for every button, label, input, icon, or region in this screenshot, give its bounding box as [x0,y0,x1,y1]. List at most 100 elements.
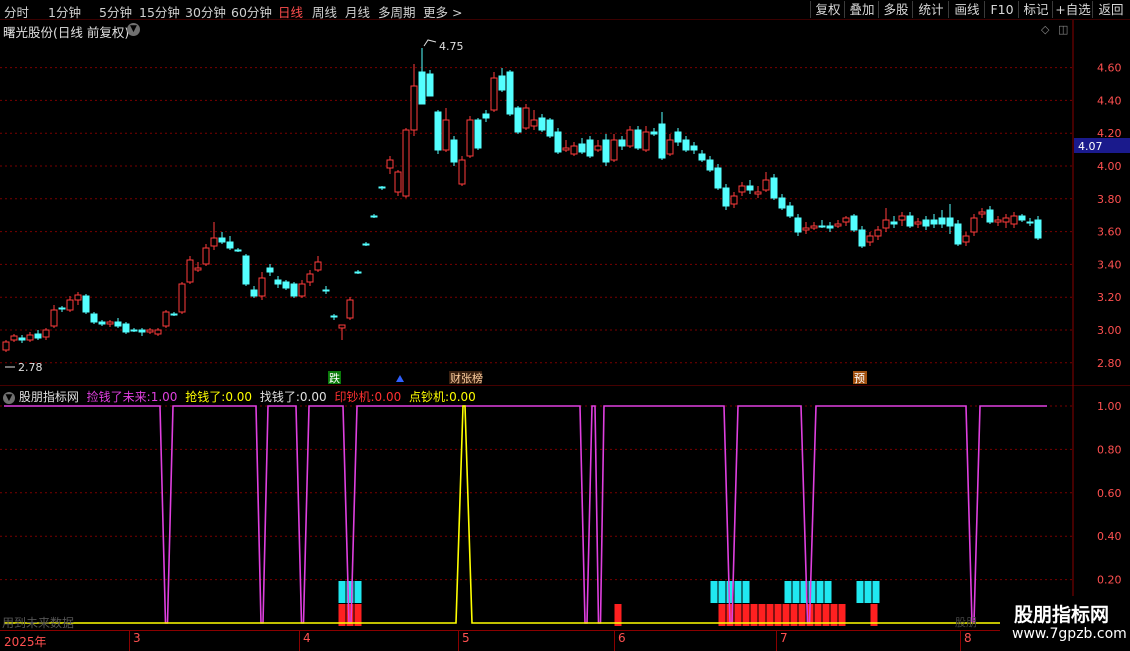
indicator-label-future: 捡钱了未来: [86,390,151,404]
indicator-value-print: 0.00 [374,390,402,404]
candle-19 [154,328,162,336]
candle-60 [482,110,490,122]
candles [2,48,1042,352]
low-price-label: 2.78 [18,361,43,374]
candle-24 [194,262,202,272]
candle-51 [410,64,418,136]
period-30min[interactable]: 30分钟 [185,2,226,21]
candle-120 [962,232,970,246]
candlestick-chart[interactable]: 4.604.404.204.003.803.603.403.203.002.80… [0,20,1130,386]
candle-74 [594,140,602,152]
candle-111 [890,216,898,228]
price-tick-label: 3.40 [1097,258,1122,271]
candle-21 [170,312,178,316]
candle-11 [90,312,98,324]
candle-110 [882,208,890,232]
candle-28 [226,236,234,250]
period-1min[interactable]: 1分钟 [48,2,81,21]
candle-86 [690,142,698,154]
indicator-label-print: 印钞机: [334,390,375,404]
candle-55 [442,108,450,152]
candle-124 [994,216,1002,226]
candle-5 [42,328,50,340]
candle-76 [610,134,618,162]
candle-104 [834,220,842,228]
candle-30 [242,254,250,286]
indicator-tick-label: 1.00 [1097,400,1122,413]
candle-81 [650,128,658,136]
count-money-bar-7 [742,581,750,603]
candle-79 [634,126,642,150]
candle-118 [946,204,954,234]
candle-67 [538,114,546,132]
candle-15 [122,322,130,334]
time-axis: 2025年 3 4 5 6 7 8 [0,630,1130,651]
candle-129 [1034,216,1042,240]
add-watchlist-button[interactable]: +自选 [1052,1,1093,18]
future-data-note: 用到未来数据 [2,616,75,630]
candle-31 [250,286,258,298]
main-grid [0,67,1073,364]
candle-119 [954,220,962,246]
forecast-marker-label: 预 [854,372,865,385]
title-dropdown-icon[interactable]: ▼ [127,23,140,36]
candle-107 [858,226,866,248]
indicator-chart[interactable]: 1.00 0.80 0.60 0.40 0.20 [0,386,1130,630]
period-monthly[interactable]: 月线 [345,2,370,21]
period-toolbar: 分时 1分钟 5分钟 15分钟 30分钟 60分钟 日线 周线 月线 多周期 更… [0,0,1130,20]
candle-121 [970,214,978,236]
adjust-button[interactable]: 复权 [810,1,845,18]
period-multi[interactable]: 多周期 [378,2,416,21]
candle-78 [626,126,634,148]
period-5min[interactable]: 5分钟 [99,2,132,21]
candle-40 [322,286,330,294]
candle-10 [82,294,90,314]
count-money-bar-2 [354,581,362,603]
back-button[interactable]: 返回 [1092,1,1129,18]
window-toggle-icon[interactable]: ◫ [1058,23,1068,36]
month-tick-7: 7 [776,631,788,651]
overlay-button[interactable]: 叠加 [844,1,879,18]
count-money-bar-6 [734,581,742,603]
candle-50 [402,128,410,198]
candle-112 [898,212,906,226]
indicator-value-find: 0.00 [299,390,327,404]
draw-button[interactable]: 画线 [948,1,985,18]
candle-27 [218,232,226,244]
candle-123 [986,206,994,224]
high-price-label: 4.75 [439,40,464,53]
candle-108 [866,232,874,246]
period-weekly[interactable]: 周线 [312,2,337,21]
candle-87 [698,150,706,162]
diamond-icon[interactable]: ◇ [1041,23,1049,36]
candle-117 [938,210,946,228]
indicator-label-grab: 抢钱了: [185,390,226,404]
candle-6 [50,305,58,328]
candle-54 [434,110,442,154]
candle-128 [1026,218,1034,226]
period-more[interactable]: 更多 > [423,2,462,21]
candle-0 [2,340,10,352]
stats-button[interactable]: 统计 [912,1,949,18]
candle-90 [722,184,730,210]
candle-62 [498,68,506,92]
period-daily[interactable]: 日线 [278,2,303,21]
candle-84 [674,128,682,146]
indicator-axis: 1.00 0.80 0.60 0.40 0.20 [1097,400,1122,587]
period-15min[interactable]: 15分钟 [139,2,180,21]
indicator-dropdown-icon[interactable]: ▼ [3,392,15,404]
candle-82 [658,112,666,160]
watermark-name: 股朋指标网 [1014,604,1110,626]
multi-stock-button[interactable]: 多股 [878,1,913,18]
period-60min[interactable]: 60分钟 [231,2,272,21]
event-triangle-icon[interactable] [396,375,404,382]
candle-25 [202,244,210,266]
candle-57 [458,156,466,186]
candle-91 [730,192,738,208]
f10-button[interactable]: F10 [984,1,1019,18]
candle-70 [562,140,570,152]
time-axis-year: 2025年 [4,635,47,649]
period-intraday[interactable]: 分时 [4,2,29,21]
mark-button[interactable]: 标记 [1018,1,1053,18]
price-tick-label: 4.00 [1097,160,1122,173]
